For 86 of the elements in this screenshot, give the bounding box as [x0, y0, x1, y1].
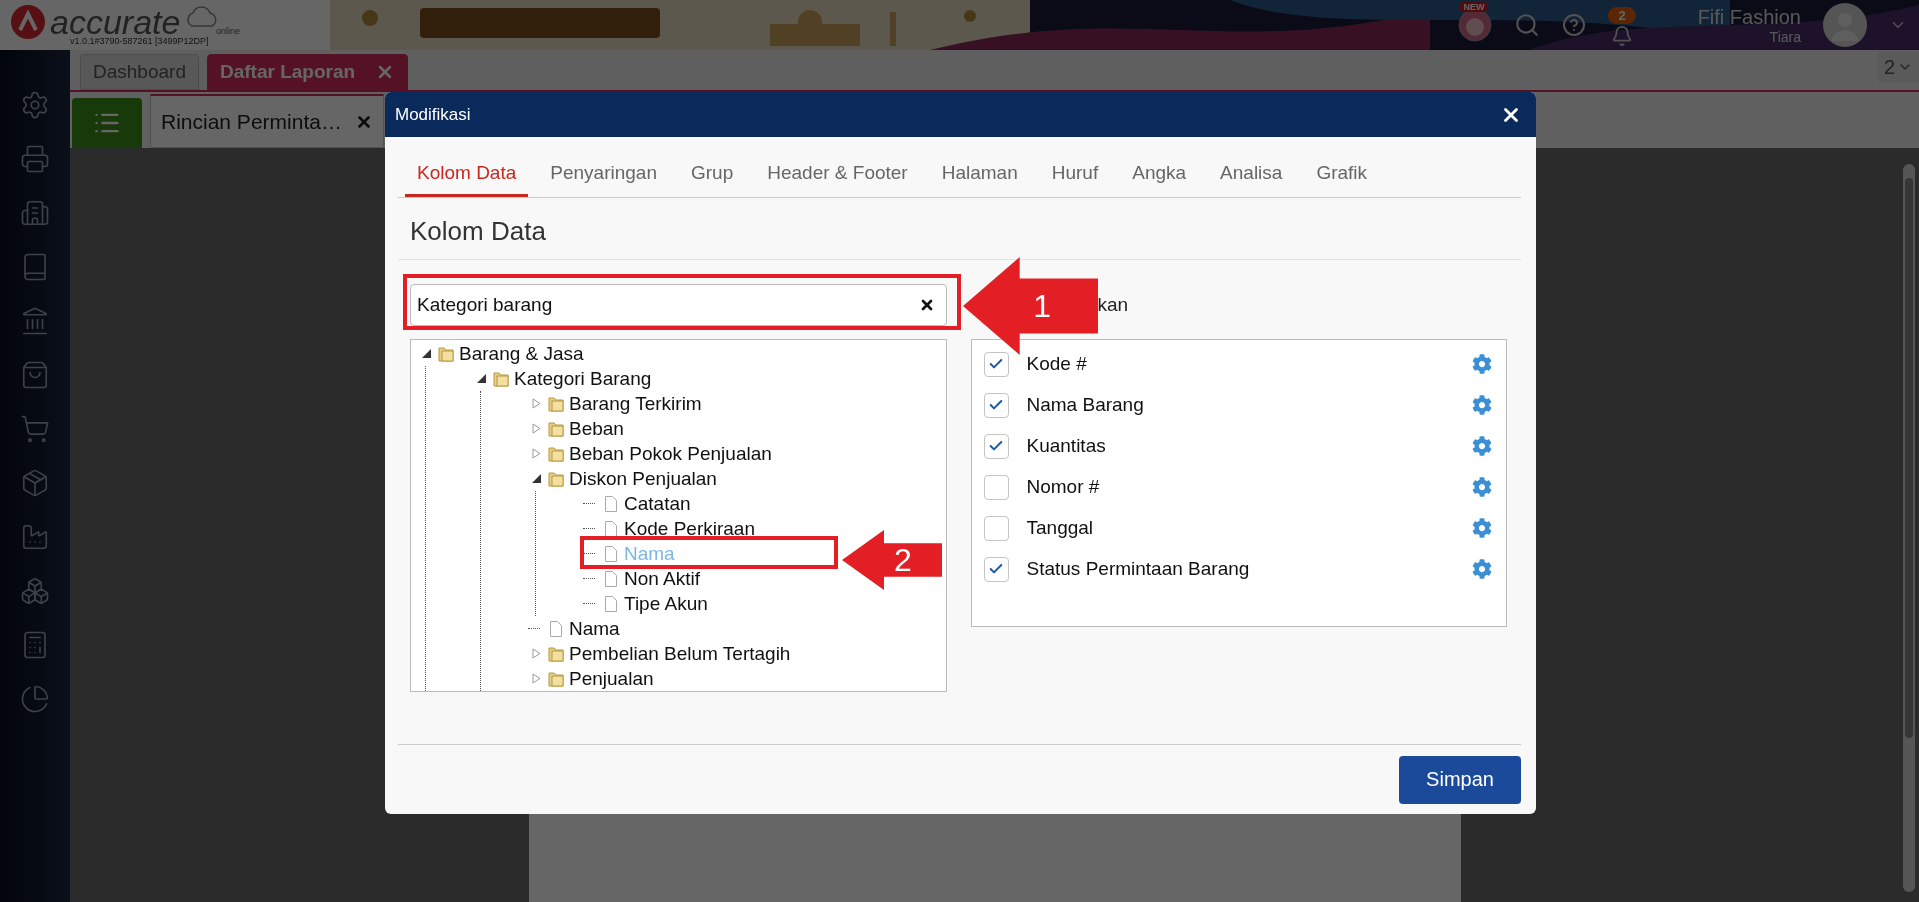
callout-number: 1 [1033, 290, 1051, 322]
gear-icon[interactable] [1472, 559, 1492, 579]
scrollbar[interactable] [1903, 164, 1915, 892]
pie-chart-icon[interactable] [20, 684, 50, 714]
checkbox[interactable] [983, 392, 1009, 418]
tree-item[interactable]: Pembelian Belum Tertagih [569, 642, 791, 665]
tree-item[interactable]: Beban Pokok Penjualan [569, 442, 772, 465]
gear-icon[interactable] [20, 90, 50, 120]
gear-icon[interactable] [1472, 395, 1492, 415]
bell-icon[interactable] [1611, 25, 1633, 47]
dialog-tab[interactable]: Huruf [1039, 162, 1111, 197]
section-heading: Kolom Data [398, 198, 1521, 260]
folder-icon [547, 444, 565, 463]
save-button[interactable]: Simpan [1399, 755, 1521, 804]
file-icon [602, 569, 620, 588]
boxes-icon[interactable] [20, 576, 50, 606]
tree-item[interactable]: Kode Perkiraan [624, 517, 755, 540]
tree-item[interactable]: Barang & Jasa [459, 342, 584, 365]
triangle-icon[interactable] [530, 473, 542, 484]
tree-item[interactable]: Diskon Penjualan [569, 467, 717, 490]
column-name: Nama Barang [1026, 394, 1145, 416]
file-icon [602, 519, 620, 538]
avatar-icon[interactable] [1823, 3, 1867, 47]
column-name: Nomor # [1026, 476, 1101, 498]
file-icon [602, 494, 620, 513]
folder-icon [547, 669, 565, 688]
dialog-tab[interactable]: Grup [679, 162, 746, 197]
search-field[interactable]: Kategori barang [410, 284, 947, 326]
logo-subtitle: online [216, 26, 241, 36]
help-icon[interactable] [1562, 13, 1587, 37]
dialog-tab[interactable]: Header & Footer [755, 162, 920, 197]
file-icon [547, 619, 565, 638]
building-icon[interactable] [20, 198, 50, 228]
dialog-tab[interactable]: Analisa [1208, 162, 1295, 197]
folder-icon [547, 644, 565, 663]
tree-item[interactable]: Non Aktif [624, 567, 701, 590]
bag-icon[interactable] [20, 360, 50, 390]
tree-item[interactable]: Nama [569, 617, 620, 640]
company-name: Fifi Fashion [1697, 5, 1801, 29]
checkbox[interactable] [983, 515, 1009, 541]
column-name: Tanggal [1026, 517, 1095, 539]
notification-badge: 2 [1608, 7, 1636, 24]
callout-number: 2 [894, 544, 912, 576]
tree-item[interactable]: Barang Terkirim [569, 392, 702, 415]
dialog-tab[interactable]: Penyaringan [538, 162, 669, 197]
file-icon [602, 544, 620, 563]
tree-item[interactable]: Penjualan [569, 667, 654, 690]
gear-icon[interactable] [1472, 518, 1492, 538]
factory-icon[interactable] [20, 522, 50, 552]
tree-item[interactable]: Tipe Akun [624, 592, 708, 615]
triangle-icon[interactable] [420, 348, 432, 359]
dialog-title: Modifikasi [395, 104, 471, 125]
column-name: Kode # [1026, 353, 1088, 375]
gear-icon[interactable] [1472, 477, 1492, 497]
checkbox[interactable] [983, 351, 1009, 377]
tree-item[interactable]: Catatan [624, 492, 691, 515]
triangle-icon[interactable] [475, 373, 487, 384]
folder-icon [547, 394, 565, 413]
dialog-tab[interactable]: Kolom Data [405, 162, 529, 197]
tree-item[interactable]: Kategori Barang [514, 367, 652, 390]
dialog-tab[interactable]: Halaman [929, 162, 1030, 197]
logo-icon [10, 4, 46, 40]
gear-icon[interactable] [1472, 436, 1492, 456]
list-button[interactable] [72, 98, 142, 148]
checkbox[interactable] [983, 474, 1009, 500]
folder-icon [437, 344, 455, 363]
folder-icon [547, 419, 565, 438]
gear-icon[interactable] [1472, 354, 1492, 374]
dialog-tab[interactable]: Angka [1120, 162, 1199, 197]
column-name: Kuantitas [1026, 435, 1107, 457]
checkbox[interactable] [983, 433, 1009, 459]
tree-item[interactable]: Beban [569, 417, 624, 440]
checkbox[interactable] [983, 556, 1009, 582]
folder-icon [547, 469, 565, 488]
folder-icon [492, 369, 510, 388]
user-name: Tiara [1769, 28, 1801, 45]
new-badge: NEW [1460, 2, 1488, 12]
search-icon[interactable] [1514, 12, 1541, 38]
printer-icon[interactable] [20, 144, 50, 174]
file-icon [602, 594, 620, 613]
package-icon[interactable] [20, 468, 50, 498]
bank-icon[interactable] [20, 306, 50, 336]
column-name: Status Permintaan Barang [1026, 558, 1251, 580]
dialog-tab[interactable]: Grafik [1304, 162, 1380, 197]
cart-icon[interactable] [20, 414, 50, 444]
column-label: kan [1097, 293, 1129, 317]
